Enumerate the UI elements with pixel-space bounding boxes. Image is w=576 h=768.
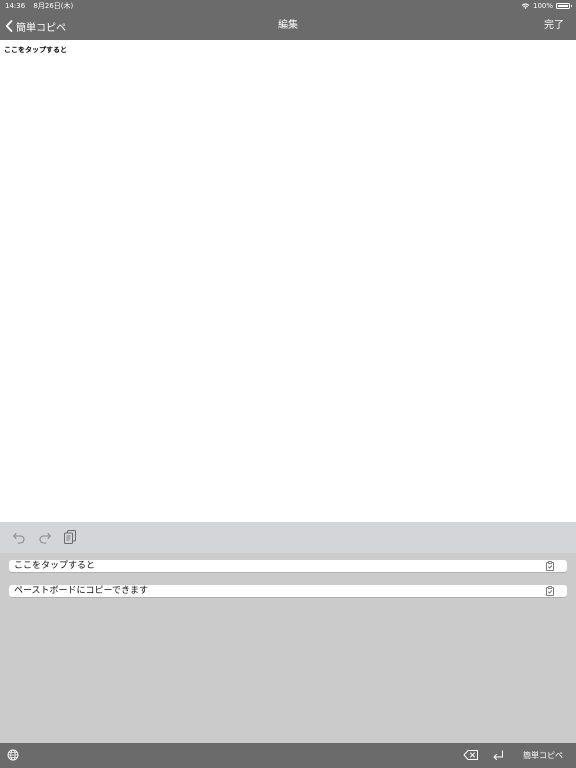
done-button[interactable]: 完了 (544, 12, 564, 40)
back-button[interactable]: 簡単コピペ (5, 12, 66, 40)
copy-icon[interactable] (63, 529, 77, 545)
globe-icon[interactable] (7, 749, 19, 761)
clipboard-item[interactable]: ここをタップすると (9, 560, 567, 572)
wifi-icon (521, 3, 530, 9)
status-time: 14:36 (5, 2, 26, 10)
navigation-bar: 編集 簡単コピペ 完了 (0, 12, 576, 40)
edit-toolbar (0, 522, 576, 553)
return-icon[interactable] (492, 749, 504, 761)
status-left: 14:36 8月26日(木) (5, 0, 79, 12)
keyboard-name-button[interactable]: 簡単コピペ (523, 743, 563, 768)
battery-percent: 100% (532, 2, 553, 10)
undo-icon[interactable] (12, 529, 26, 545)
redo-icon[interactable] (38, 529, 52, 545)
battery-icon (556, 3, 572, 9)
editor-text[interactable]: ここをタップすると (4, 45, 67, 55)
keyboard-bar: 簡単コピペ (0, 743, 576, 768)
status-date: 8月26日(木) (33, 2, 74, 10)
clipboard-item-text: ペーストボードにコピーできます (14, 586, 149, 596)
nav-title: 編集 (278, 20, 298, 31)
text-editor[interactable]: ここをタップすると (0, 40, 576, 522)
delete-icon[interactable] (463, 749, 479, 761)
clipboard-item[interactable]: ペーストボードにコピーできます (9, 585, 567, 597)
clipboard-list: ここをタップすると ペーストボードにコピーできます (0, 553, 576, 743)
chevron-left-icon (5, 20, 13, 32)
paste-icon[interactable] (545, 561, 555, 571)
clipboard-item-text: ここをタップすると (14, 561, 96, 571)
status-bar: 14:36 8月26日(木) 100% (0, 0, 576, 12)
back-button-label: 簡単コピペ (16, 22, 66, 34)
paste-icon[interactable] (545, 586, 555, 596)
status-right: 100% (521, 0, 572, 12)
